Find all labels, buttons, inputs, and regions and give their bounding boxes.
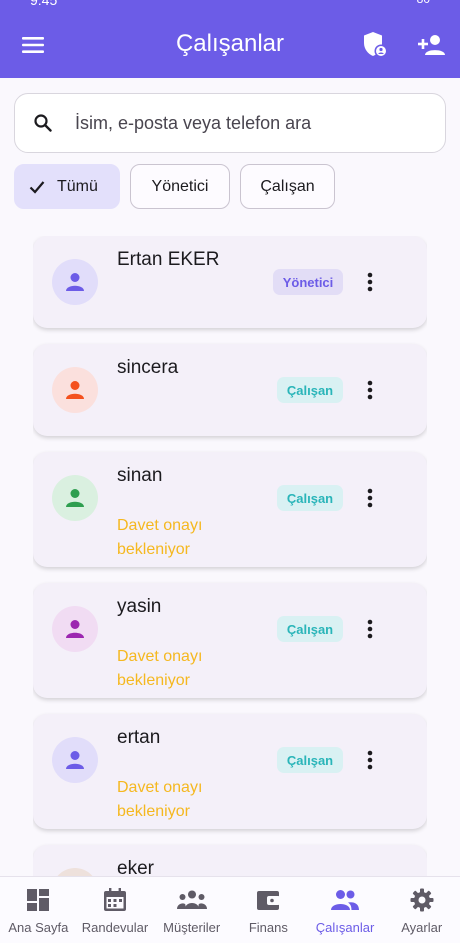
nav-item-home[interactable]: Ana Sayfa <box>0 877 77 943</box>
employee-name: Ertan EKER <box>117 249 220 270</box>
avatar <box>52 737 98 783</box>
employee-name: sinan <box>117 465 163 486</box>
invite-status: Davet onayı bekleniyor <box>117 779 203 820</box>
gear-icon <box>410 887 434 913</box>
nav-item-customers[interactable]: Müşteriler <box>153 877 230 943</box>
avatar <box>52 259 98 305</box>
nav-label: Ayarlar <box>401 920 443 935</box>
role-badge: Çalışan <box>277 747 343 773</box>
people-icon <box>331 887 360 913</box>
more-options-button[interactable] <box>359 616 381 642</box>
bottom-navigation: Ana Sayfa Randevular Müşteriler Finans Ç… <box>0 876 460 943</box>
search-icon <box>15 113 71 133</box>
employee-card[interactable]: sinan Çalışan Davet onayı bekleniyor <box>33 452 427 567</box>
nav-label: Çalışanlar <box>315 920 375 935</box>
person-icon <box>66 381 84 399</box>
role-badge: Çalışan <box>277 616 343 642</box>
nav-label: Randevular <box>81 920 149 935</box>
employee-name: eker <box>117 858 154 876</box>
person-icon <box>66 273 84 291</box>
invite-status: Davet onayı bekleniyor <box>117 517 203 558</box>
avatar <box>52 475 98 521</box>
employee-card[interactable]: sincera Çalışan <box>33 344 427 436</box>
wallet-icon <box>256 887 281 913</box>
nav-item-appointments[interactable]: Randevular <box>77 877 154 943</box>
nav-label: Finans <box>248 920 288 935</box>
check-icon <box>29 180 45 194</box>
avatar <box>52 367 98 413</box>
nav-item-settings[interactable]: Ayarlar <box>383 877 460 943</box>
person-icon <box>66 489 84 507</box>
more-vert-icon <box>367 750 373 770</box>
filter-chip-label: Yönetici <box>151 177 209 195</box>
nav-item-employees[interactable]: Çalışanlar <box>307 877 384 943</box>
person-icon <box>66 620 84 638</box>
filter-chip-label: Tümü <box>57 177 98 195</box>
employee-card[interactable]: ertan Çalışan Davet onayı bekleniyor <box>33 714 427 829</box>
dashboard-icon <box>26 887 50 913</box>
more-options-button[interactable] <box>359 747 381 773</box>
status-time: 9:45 <box>30 0 58 8</box>
avatar <box>52 606 98 652</box>
employee-name: sincera <box>117 357 179 378</box>
nav-label: Ana Sayfa <box>8 920 69 935</box>
employee-list: Ertan EKER Yönetici sincera Çalışan sina… <box>33 236 427 876</box>
nav-item-finance[interactable]: Finans <box>230 877 307 943</box>
person-icon <box>66 751 84 769</box>
more-options-button[interactable] <box>359 269 381 295</box>
role-badge: Çalışan <box>277 485 343 511</box>
filter-chip-all[interactable]: Tümü <box>14 164 120 209</box>
nav-label: Müşteriler <box>163 920 221 935</box>
more-options-button[interactable] <box>359 485 381 511</box>
shield-user-icon <box>364 32 388 58</box>
app-bar: Çalışanlar <box>0 10 460 78</box>
search-input[interactable] <box>71 112 445 134</box>
status-bar: 9:45 80 <box>0 0 460 10</box>
more-vert-icon <box>367 488 373 508</box>
search-box <box>14 93 446 153</box>
groups-icon <box>176 887 207 913</box>
more-vert-icon <box>367 619 373 639</box>
role-badge: Çalışan <box>277 377 343 403</box>
employee-card[interactable]: eker Çalışan <box>33 845 427 876</box>
filter-chip-label: Çalışan <box>260 177 315 195</box>
invite-status: Davet onayı bekleniyor <box>117 648 203 689</box>
calendar-icon <box>103 887 127 913</box>
role-filter-chips: Tümü Yönetici Çalışan <box>14 164 335 209</box>
filter-chip-admin[interactable]: Yönetici <box>130 164 230 209</box>
battery-indicator: 80 <box>417 0 430 6</box>
avatar <box>52 868 98 876</box>
employee-card[interactable]: yasin Çalışan Davet onayı bekleniyor <box>33 583 427 698</box>
employee-name: yasin <box>117 596 162 617</box>
filter-chip-employee[interactable]: Çalışan <box>240 164 335 209</box>
employee-name: ertan <box>117 727 161 748</box>
more-options-button[interactable] <box>359 377 381 403</box>
employee-card[interactable]: Ertan EKER Yönetici <box>33 236 427 328</box>
add-employee-button[interactable] <box>414 28 450 62</box>
admin-shield-button[interactable] <box>358 28 392 62</box>
more-vert-icon <box>367 272 373 292</box>
person-add-icon <box>418 35 445 55</box>
role-badge: Yönetici <box>273 269 343 295</box>
more-vert-icon <box>367 380 373 400</box>
